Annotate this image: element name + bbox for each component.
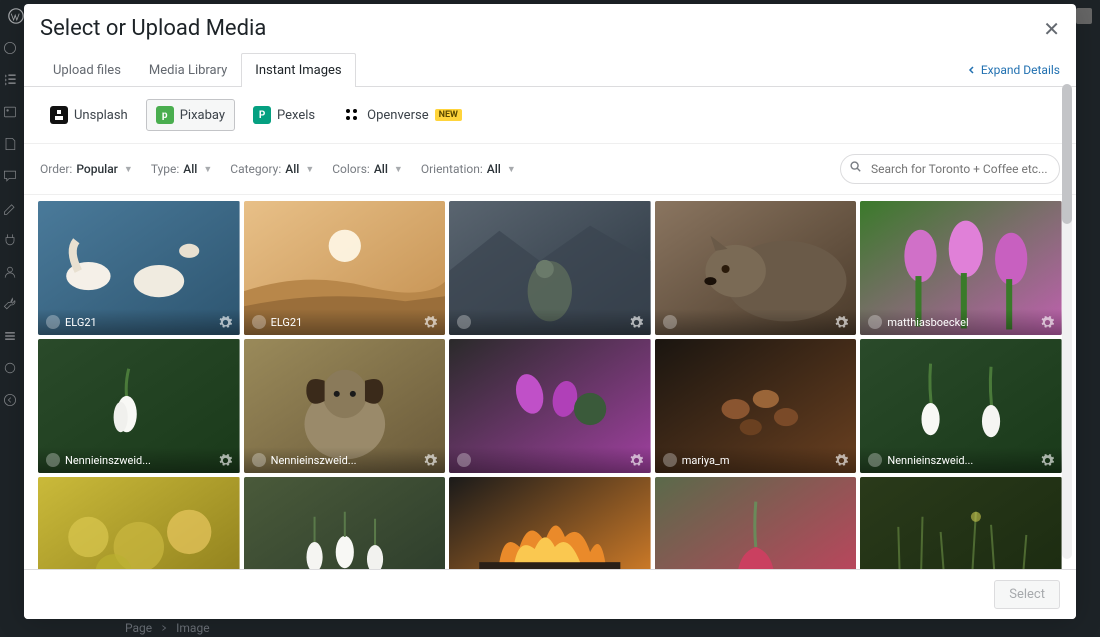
search-input[interactable] (840, 154, 1060, 184)
filter-order[interactable]: Order: Popular▼ (40, 162, 133, 176)
image-card[interactable]: matthiasboeckel (860, 201, 1062, 335)
image-card[interactable]: Nennieinszweid... (38, 339, 240, 473)
tab-media-library[interactable]: Media Library (135, 53, 241, 87)
filter-orientation[interactable]: Orientation: All▼ (421, 162, 516, 176)
image-author: matthiasboeckel (887, 316, 968, 329)
image-card[interactable]: ELG21 (244, 201, 446, 335)
filter-type[interactable]: Type: All▼ (151, 162, 212, 176)
image-author: Nennieinszweid... (271, 454, 357, 467)
image-author: mariya_m (682, 454, 730, 467)
filter-bar: Order: Popular▼ Type: All▼ Category: All▼ C… (24, 144, 1076, 195)
gear-icon[interactable] (835, 316, 848, 329)
comments-menu-icon[interactable] (2, 168, 18, 184)
admin-menu-collapsed (0, 32, 20, 637)
pages-icon[interactable] (2, 136, 18, 152)
search-icon (849, 160, 863, 178)
image-author: Nennieinszweid... (887, 454, 973, 467)
avatar (1076, 8, 1092, 24)
select-button[interactable]: Select (994, 580, 1060, 609)
wp-logo-icon[interactable] (8, 8, 24, 24)
posts-icon[interactable] (2, 72, 18, 88)
tab-instant-images[interactable]: Instant Images (241, 53, 355, 87)
expand-details-link[interactable]: Expand Details (967, 63, 1060, 77)
breadcrumb: Page Image (125, 621, 210, 635)
gear-icon[interactable] (219, 454, 232, 467)
image-card[interactable]: Nennieinszweid... (860, 339, 1062, 473)
gear-icon[interactable] (424, 454, 437, 467)
image-gallery: ELG21 ELG21 matthiasboeckel Nennieinszweid.… (24, 195, 1076, 569)
provider-openverse[interactable]: OpenverseNew (333, 99, 472, 131)
tab-upload-files[interactable]: Upload files (39, 53, 135, 87)
plugins-icon[interactable] (2, 232, 18, 248)
image-card[interactable] (449, 201, 651, 335)
filter-category[interactable]: Category: All▼ (230, 162, 314, 176)
image-card[interactable]: Nennieinszweid... (244, 339, 446, 473)
image-card[interactable]: ChiemSeherin (38, 477, 240, 569)
gear-icon[interactable] (1041, 454, 1054, 467)
tools-icon[interactable] (2, 296, 18, 312)
gear-icon[interactable] (1041, 316, 1054, 329)
gear-icon[interactable] (219, 316, 232, 329)
dashboard-icon[interactable] (2, 40, 18, 56)
image-card[interactable] (655, 201, 857, 335)
media-modal: Select or Upload Media ✕ Upload filesMed… (24, 4, 1076, 619)
image-author: ELG21 (271, 316, 303, 329)
media-tabs: Upload filesMedia LibraryInstant Images … (24, 53, 1076, 87)
generic-icon[interactable] (2, 360, 18, 376)
image-card[interactable] (449, 477, 651, 569)
provider-unsplash[interactable]: Unsplash (40, 99, 138, 131)
image-card[interactable]: mariya_m (655, 339, 857, 473)
image-author: Nennieinszweid... (65, 454, 151, 467)
close-icon[interactable]: ✕ (1043, 17, 1060, 41)
modal-title: Select or Upload Media (40, 16, 266, 41)
gear-icon[interactable] (835, 454, 848, 467)
filter-colors[interactable]: Colors: All▼ (332, 162, 403, 176)
image-card[interactable] (449, 339, 651, 473)
provider-pexels[interactable]: PPexels (243, 99, 325, 131)
collapse-icon[interactable] (2, 392, 18, 408)
image-author: ELG21 (65, 316, 97, 329)
gear-icon[interactable] (424, 316, 437, 329)
media-icon[interactable] (2, 104, 18, 120)
gear-icon[interactable] (630, 454, 643, 467)
settings-icon[interactable] (2, 328, 18, 344)
users-icon[interactable] (2, 264, 18, 280)
gear-icon[interactable] (630, 316, 643, 329)
chevron-right-icon (160, 624, 168, 632)
scrollbar[interactable] (1062, 84, 1072, 559)
appearance-icon[interactable] (2, 200, 18, 216)
chevron-left-icon (967, 65, 977, 75)
image-card[interactable] (655, 477, 857, 569)
image-card[interactable] (244, 477, 446, 569)
provider-tabs: UnsplashpPixabayPPexelsOpenverseNew (24, 87, 1076, 144)
image-card[interactable] (860, 477, 1062, 569)
provider-pixabay[interactable]: pPixabay (146, 99, 235, 131)
image-card[interactable]: ELG21 (38, 201, 240, 335)
